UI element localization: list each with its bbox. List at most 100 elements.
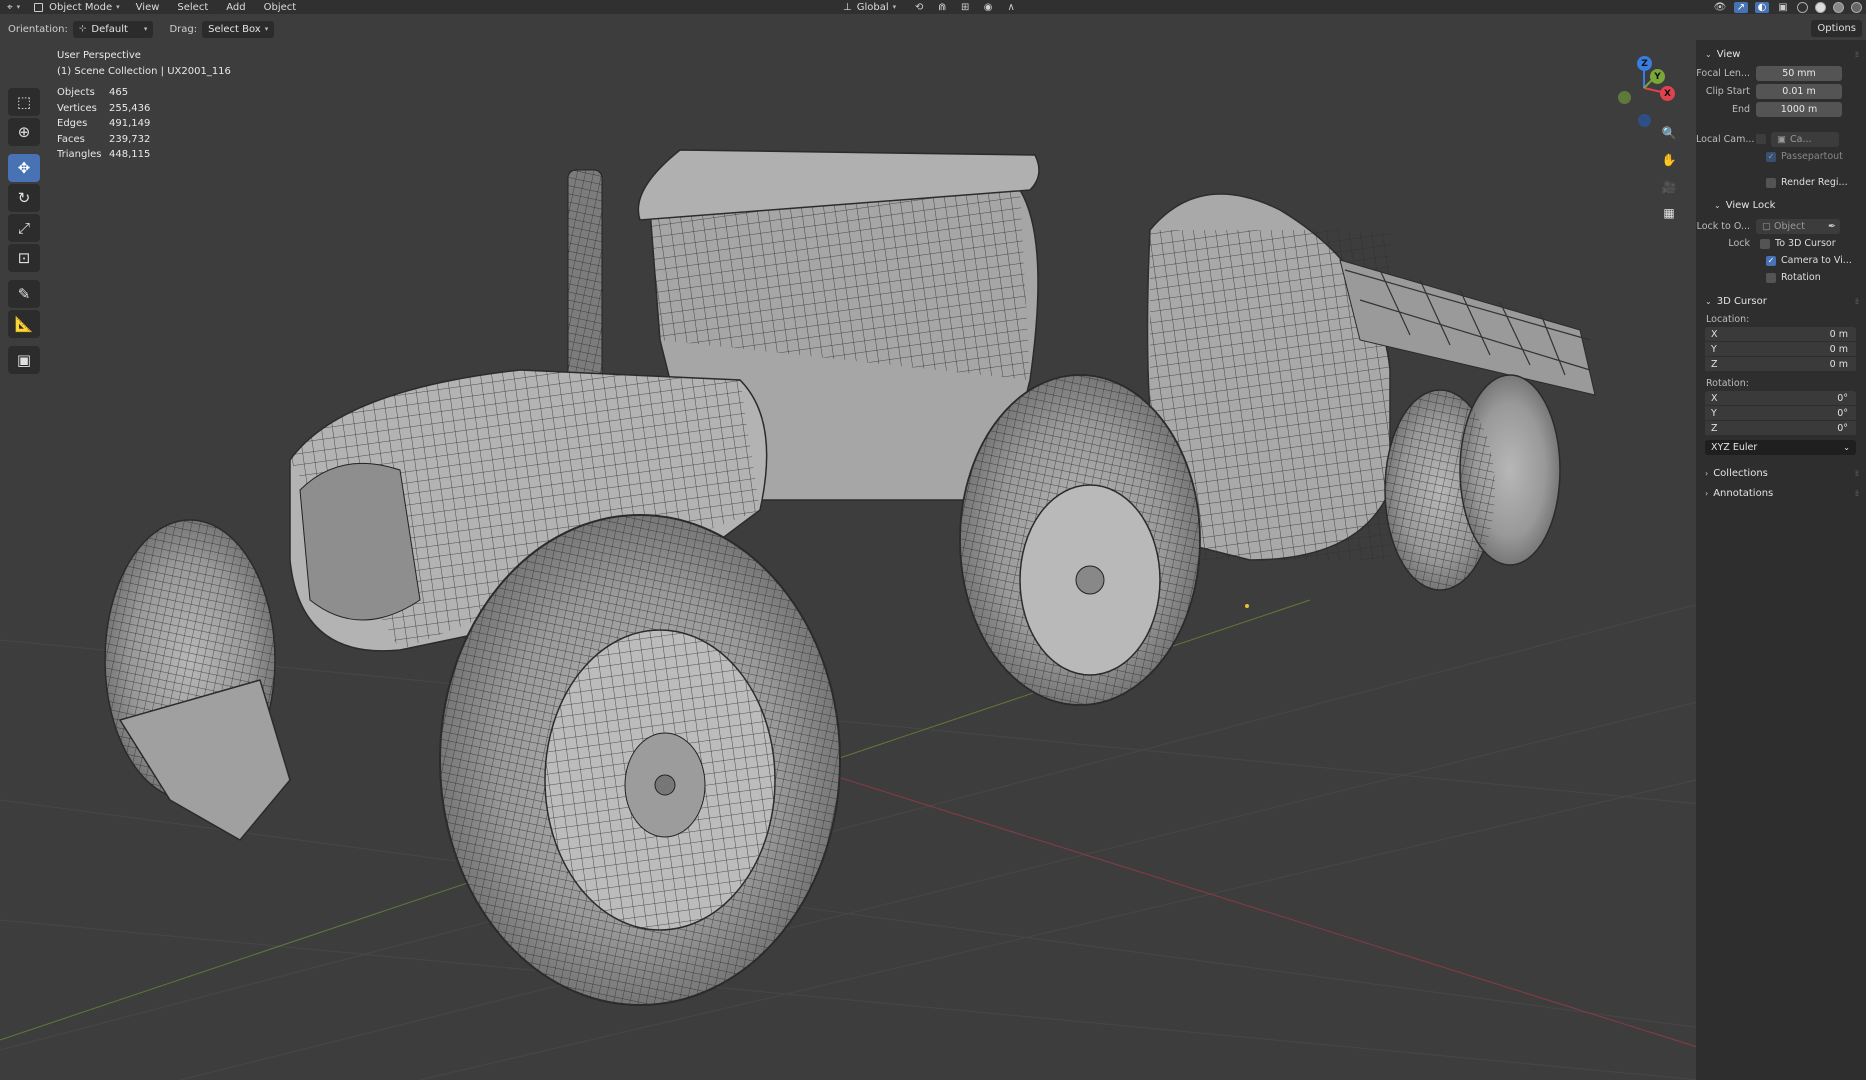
mode-dropdown[interactable]: Object Mode ▾ (27, 0, 127, 14)
3d-viewport[interactable]: ⬚ ⊕ ✥ ↻ ⤢ ⊡ ✎ 📐 ▣ User Perspective (1) S… (0, 40, 1866, 1080)
gizmo-z-axis[interactable]: Z (1637, 56, 1652, 71)
lock-to-object-label: Lock to O... (1696, 220, 1750, 232)
gizmo-toggle-icon[interactable]: ↗ (1734, 1, 1748, 13)
collections-section-header[interactable]: › Collections ⁞⁞ (1696, 463, 1866, 483)
transform-orientation-dropdown[interactable]: ⊥ Global ▾ (836, 0, 903, 14)
axis-value: 0° (1837, 422, 1848, 434)
chevron-right-icon: › (1705, 488, 1709, 498)
snap-icon[interactable]: ⋒ (935, 2, 949, 13)
axis-value: 0° (1837, 407, 1848, 419)
axis-label: Z (1711, 422, 1718, 434)
rotation-vector: X 0° Y 0° Z 0° (1705, 391, 1856, 436)
perspective-label: User Perspective (57, 50, 141, 61)
annotations-section-header[interactable]: › Annotations ⁞⁞ (1696, 483, 1866, 503)
eyedropper-icon[interactable]: ✒ (1828, 221, 1836, 232)
menu-select[interactable]: Select (168, 0, 217, 14)
view-lock-title: View Lock (1725, 199, 1776, 211)
editor-type-button[interactable]: ⌖ ▾ (0, 0, 27, 14)
lock-to-object-field[interactable]: ▢ Object ✒ (1756, 218, 1840, 234)
annotate-tool[interactable]: ✎ (8, 280, 40, 308)
material-shading-icon[interactable] (1833, 1, 1844, 13)
viewport-grid (0, 149, 1866, 1080)
drag-grip-icon[interactable]: ⁞⁞ (1855, 297, 1859, 306)
camera-to-view-checkbox[interactable]: ✓ (1766, 255, 1776, 266)
clip-end-field[interactable]: 1000 m (1756, 101, 1842, 117)
menu-view[interactable]: View (127, 0, 169, 14)
rotation-label: Rotation: (1706, 377, 1749, 389)
falloff-icon[interactable]: ∧ (1004, 2, 1018, 13)
transform-tools: ⊥ Global ▾ ⟲ ⋒ ⊞ ◉ ∧ (836, 0, 1018, 14)
orientation-label: Global (856, 1, 889, 13)
rotate-tool[interactable]: ↻ (8, 184, 40, 212)
focal-length-field[interactable]: 50 mm (1756, 65, 1842, 81)
solid-shading-icon[interactable] (1815, 1, 1826, 13)
passepartout-checkbox[interactable]: ✓ (1766, 151, 1776, 162)
overlays-toggle-icon[interactable]: ◐ (1755, 1, 1769, 13)
add-cube-tool[interactable]: ▣ (8, 346, 40, 374)
visibility-icon[interactable]: 👁 (1713, 2, 1727, 13)
move-tool[interactable]: ✥ (8, 154, 40, 182)
object-mode-icon (34, 2, 44, 12)
snap-target-icon[interactable]: ⊞ (958, 2, 972, 13)
render-region-label: Render Regi... (1781, 177, 1848, 188)
gizmo-y-axis[interactable]: Y (1650, 69, 1665, 84)
navigation-gizmo[interactable]: Z X Y (1610, 50, 1680, 130)
drag-grip-icon[interactable]: ⁞⁞ (1855, 469, 1859, 478)
orientation-dropdown[interactable]: ⊹ Default ▾ (72, 20, 154, 38)
proportional-edit-icon[interactable]: ◉ (981, 2, 995, 13)
3d-cursor-section-header[interactable]: ⌄ 3D Cursor ⁞⁞ (1696, 291, 1866, 311)
xray-icon[interactable]: ▣ (1776, 2, 1790, 13)
scale-tool[interactable]: ⤢ (8, 214, 40, 242)
rendered-shading-icon[interactable] (1851, 1, 1862, 13)
stat-row: Triangles 448,115 (57, 147, 231, 163)
select-box-tool[interactable]: ⬚ (8, 88, 40, 116)
gizmo-neg-z-axis[interactable] (1638, 114, 1651, 127)
drag-value: Select Box (208, 23, 261, 35)
location-label: Location: (1706, 313, 1750, 325)
camera-view-icon[interactable]: 🎥 (1658, 176, 1680, 198)
local-camera-field[interactable]: ▣ Ca... (1771, 131, 1839, 147)
to-3d-cursor-checkbox[interactable] (1760, 238, 1770, 249)
chevron-down-icon: ▾ (16, 3, 21, 11)
zoom-icon[interactable]: 🔍 (1658, 122, 1680, 144)
measure-tool[interactable]: 📐 (8, 310, 40, 338)
drag-dropdown[interactable]: Select Box ▾ (202, 20, 275, 38)
cursor-tool[interactable]: ⊕ (8, 118, 40, 146)
stat-value: 448,115 (109, 149, 151, 160)
axis-label: Y (1711, 343, 1717, 355)
menu-add[interactable]: Add (217, 0, 254, 14)
pivot-point-icon[interactable]: ⟲ (912, 2, 926, 13)
lock-label: Lock (1728, 238, 1750, 249)
drag-grip-icon[interactable]: ⁞⁞ (1855, 50, 1859, 59)
local-camera-checkbox[interactable] (1756, 134, 1766, 144)
chevron-down-icon: ⌄ (1714, 200, 1721, 210)
rotation-z-field[interactable]: Z 0° (1705, 421, 1856, 436)
tractor-model[interactable] (104, 149, 1596, 1006)
axis-label: Z (1711, 358, 1718, 370)
rotation-y-field[interactable]: Y 0° (1705, 406, 1856, 421)
gizmo-x-axis[interactable]: X (1660, 86, 1675, 101)
pan-hand-icon[interactable]: ✋ (1658, 149, 1680, 171)
location-x-field[interactable]: X 0 m (1705, 327, 1856, 342)
render-region-checkbox[interactable] (1766, 177, 1776, 188)
transform-tool[interactable]: ⊡ (8, 244, 40, 272)
options-button[interactable]: Options (1811, 20, 1862, 37)
location-z-field[interactable]: Z 0 m (1705, 357, 1856, 372)
wireframe-shading-icon[interactable] (1797, 1, 1808, 13)
viewport-header: ⌖ ▾ Object Mode ▾ View Select Add Object ⊥… (0, 0, 1866, 14)
perspective-toggle-icon[interactable]: ▦ (1658, 202, 1680, 224)
rotation-mode-dropdown[interactable]: XYZ Euler ⌄ (1705, 440, 1856, 455)
rotation-mode-value: XYZ Euler (1711, 442, 1758, 453)
location-y-field[interactable]: Y 0 m (1705, 342, 1856, 357)
drag-grip-icon[interactable]: ⁞⁞ (1855, 489, 1859, 498)
gizmo-neg-y-axis[interactable] (1618, 91, 1631, 104)
clip-start-field[interactable]: 0.01 m (1756, 83, 1842, 99)
lock-rotation-checkbox[interactable] (1766, 272, 1776, 283)
view-lock-section-header[interactable]: ⌄ View Lock (1696, 195, 1866, 215)
rotation-x-field[interactable]: X 0° (1705, 391, 1856, 406)
menu-object[interactable]: Object (255, 0, 306, 14)
drag-label: Drag: (169, 23, 198, 35)
view-section-header[interactable]: ⌄ View ⁞⁞ (1696, 44, 1866, 64)
lock-to-cursor-row: Lock To 3D Cursor (1696, 235, 1866, 252)
chevron-down-icon: ▾ (264, 25, 269, 33)
